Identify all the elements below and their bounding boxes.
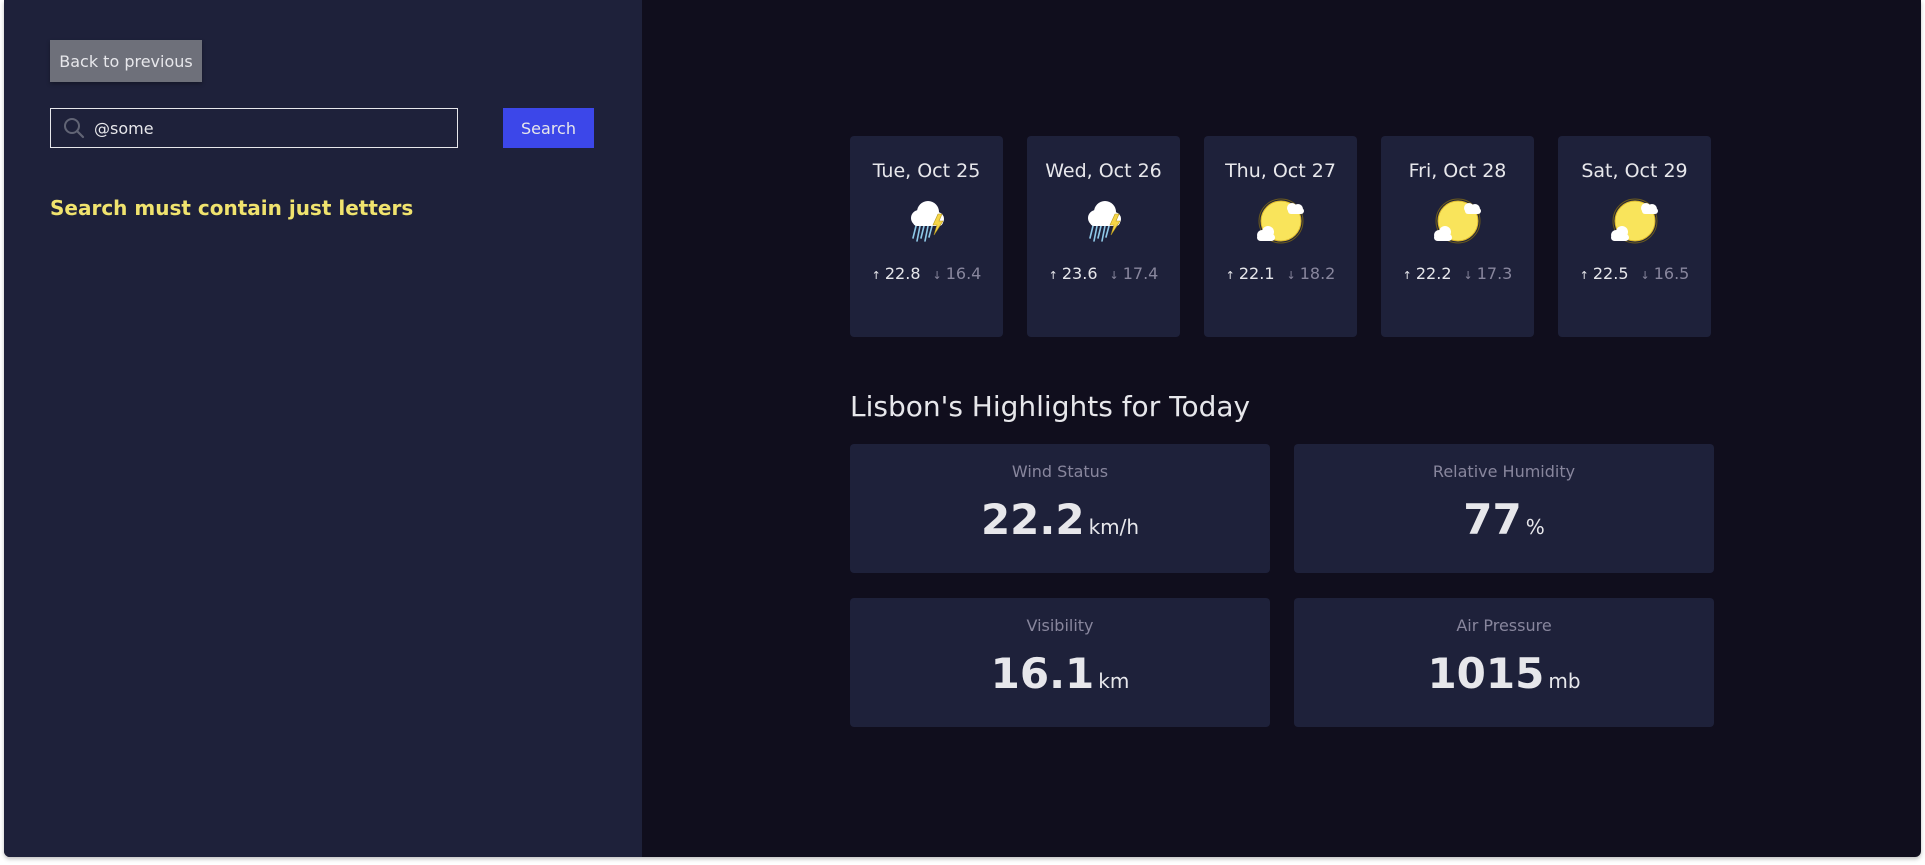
card-label: Relative Humidity [1432,462,1576,481]
search-input[interactable] [94,113,434,143]
arrow-up-icon: ↑ [1402,269,1412,282]
min-temp: ↓ 17.4 [1109,264,1159,283]
max-temp: ↑ 22.2 [1402,264,1452,283]
arrow-down-icon: ↓ [932,269,942,282]
app-window: Back to previous Search Search must cont… [4,0,1921,857]
sun-with-clouds-icon [1610,198,1658,244]
card-unit: % [1525,515,1545,539]
highlights-title: Lisbon's Highlights for Today [850,390,1251,423]
forecast-temps: ↑ 22.8 ↓ 16.4 [872,264,982,283]
min-temp: ↓ 17.3 [1463,264,1513,283]
forecast-temps: ↑ 23.6 ↓ 17.4 [1049,264,1159,283]
card-value: 16.1 [990,649,1095,698]
main-panel: Tue, Oct 25 ↑ 22.8 ↓ 16.4 Wed, Oct 26 ↑ … [642,0,1921,857]
forecast-card: Wed, Oct 26 ↑ 23.6 ↓ 17.4 [1027,136,1180,337]
search-error-message: Search must contain just letters [50,196,414,220]
min-temp: ↓ 16.4 [932,264,982,283]
forecast-date: Sat, Oct 29 [1581,160,1688,182]
forecast-temps: ↑ 22.2 ↓ 17.3 [1403,264,1513,283]
card-value: 22.2 [980,495,1085,544]
wind-status-card: Wind Status 22.2 km/h [850,444,1270,573]
forecast-date: Wed, Oct 26 [1045,160,1162,182]
arrow-down-icon: ↓ [1640,269,1650,282]
forecast-temps: ↑ 22.1 ↓ 18.2 [1226,264,1336,283]
max-temp: ↑ 22.5 [1579,264,1629,283]
search-field[interactable] [50,108,458,148]
forecast-card: Fri, Oct 28 ↑ 22.2 ↓ 17.3 [1381,136,1534,337]
air-pressure-card: Air Pressure 1015 mb [1294,598,1714,727]
arrow-up-icon: ↑ [1579,269,1589,282]
sun-with-clouds-icon [1256,198,1304,244]
min-temp: ↓ 18.2 [1286,264,1336,283]
card-label: Wind Status [1011,462,1109,481]
sidebar: Back to previous Search Search must cont… [4,0,642,857]
forecast-temps: ↑ 22.5 ↓ 16.5 [1580,264,1690,283]
forecast-card: Tue, Oct 25 ↑ 22.8 ↓ 16.4 [850,136,1003,337]
search-button[interactable]: Search [503,108,594,148]
forecast-card: Sat, Oct 29 ↑ 22.5 ↓ 16.5 [1558,136,1711,337]
max-temp: ↑ 23.6 [1048,264,1098,283]
arrow-up-icon: ↑ [871,269,881,282]
forecast-card: Thu, Oct 27 ↑ 22.1 ↓ 18.2 [1204,136,1357,337]
card-unit: mb [1548,669,1581,693]
sun-with-clouds-icon [1433,198,1481,244]
card-value: 1015 [1427,649,1545,698]
forecast-date: Tue, Oct 25 [872,160,981,182]
min-temp: ↓ 16.5 [1640,264,1690,283]
arrow-down-icon: ↓ [1286,269,1296,282]
max-temp: ↑ 22.8 [871,264,921,283]
back-button[interactable]: Back to previous [50,40,202,82]
humidity-card: Relative Humidity 77% [1294,444,1714,573]
card-label: Visibility [1026,616,1094,635]
search-icon [62,116,86,140]
card-value: 77 [1463,495,1522,544]
arrow-down-icon: ↓ [1463,269,1473,282]
thunderstorm-icon [910,201,944,242]
card-unit: km/h [1088,515,1140,539]
visibility-card: Visibility 16.1 km [850,598,1270,727]
arrow-down-icon: ↓ [1109,269,1119,282]
arrow-up-icon: ↑ [1048,269,1058,282]
forecast-list: Tue, Oct 25 ↑ 22.8 ↓ 16.4 Wed, Oct 26 ↑ … [850,136,1711,337]
forecast-date: Thu, Oct 27 [1225,160,1336,182]
max-temp: ↑ 22.1 [1225,264,1275,283]
card-label: Air Pressure [1456,616,1552,635]
forecast-date: Fri, Oct 28 [1408,160,1507,182]
thunderstorm-icon [1087,201,1121,242]
card-unit: km [1098,669,1130,693]
arrow-up-icon: ↑ [1225,269,1235,282]
